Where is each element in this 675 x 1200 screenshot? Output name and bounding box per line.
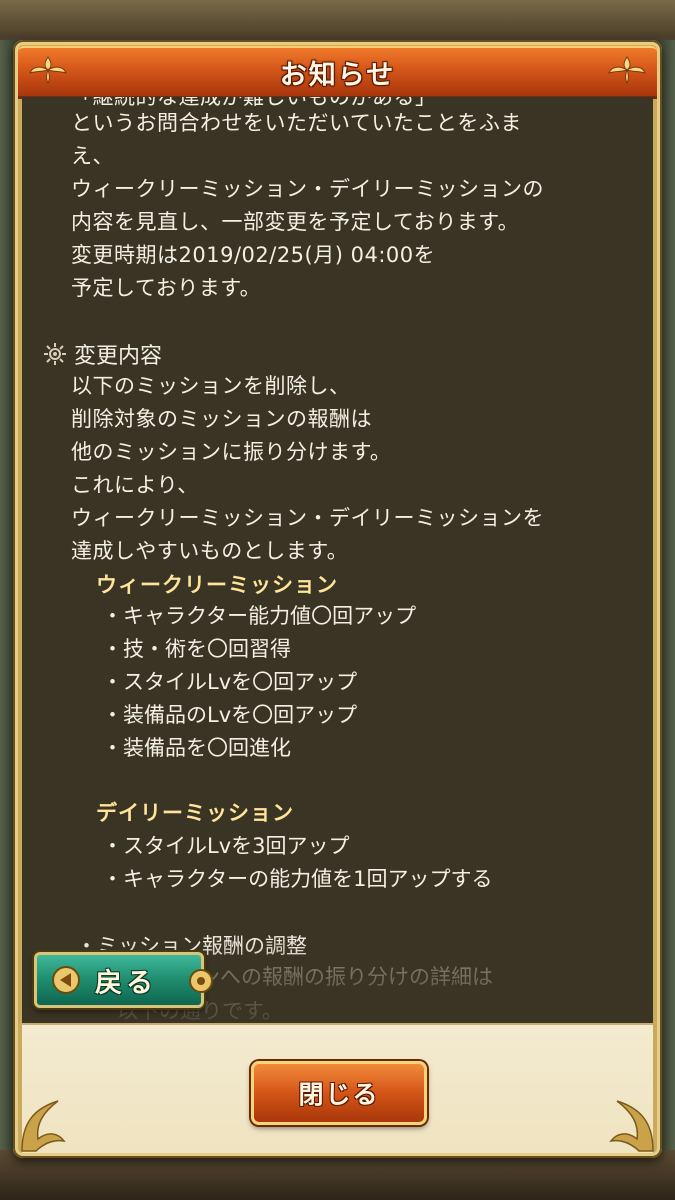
intro-line: ウィークリーミッション・デイリーミッションの [71,177,544,201]
change-line: ウィークリーミッション・デイリーミッションを [71,506,544,530]
change-line: これにより、 [71,473,199,497]
fleur-ornament-icon [601,48,653,92]
back-button-label: 戻る [95,967,157,999]
section-title: 変更内容 [74,344,163,369]
dialog-title-bar: お知らせ [18,46,657,99]
weekly-mission-heading: ウィークリーミッション [96,573,338,597]
list-item: 装備品を〇回進化 [102,732,416,765]
change-line: 削除対象のミッションの報酬は [71,407,372,431]
change-line: 以下のミッションを削除し、 [71,374,351,398]
arrow-left-icon [52,966,80,994]
corner-ornament-icon [21,1100,66,1152]
daily-mission-heading: デイリーミッション [96,801,294,825]
intro-line: 内容を見直し、一部変更を予定しております。 [71,210,520,234]
change-line: 他のミッションに振り分けます。 [71,440,392,464]
weekly-mission-list: キャラクター能力値〇回アップ 技・術を〇回習得 スタイルLvを〇回アップ 装備品… [102,600,416,765]
list-item: スタイルLvを3回アップ [102,830,493,863]
list-item: キャラクターの能力値を1回アップする [102,863,493,896]
notice-scroll-area[interactable]: 「継続的な達成が難しいものがある」 というお問合わせをいただいていたことをふま … [22,97,653,1023]
corner-ornament-icon [609,1100,654,1152]
dialog-title: お知らせ [279,59,396,91]
section-heading: 変更内容 [42,338,162,370]
close-button[interactable]: 閉じる [251,1061,427,1125]
close-button-label: 閉じる [298,1080,380,1109]
intro-line: 予定しております。 [71,276,262,300]
intro-line: 変更時期は2019/02/25(月) 04:00を [71,243,436,267]
change-line: 達成しやすいものとします。 [71,539,349,563]
change-paragraph: 以下のミッションを削除し、 削除対象のミッションの報酬は 他のミッションに振り分… [71,370,544,568]
list-item: スタイルLvを〇回アップ [102,666,416,699]
list-item: キャラクター能力値〇回アップ [102,600,416,633]
intro-line: え、 [71,144,114,168]
intro-paragraph: というお問合わせをいただいていたことをふま え、 ウィークリーミッション・デイリ… [71,107,544,305]
gear-knob-icon [189,969,213,993]
intro-line: というお問合わせをいただいていたことをふま [71,111,522,135]
sun-gear-icon [44,343,66,365]
fleur-ornament-icon [22,48,74,92]
back-button[interactable]: 戻る [34,952,213,1008]
background-top-strip [0,0,675,38]
list-item: 技・術を〇回習得 [102,633,416,666]
list-item: 装備品のLvを〇回アップ [102,699,416,732]
daily-mission-list: スタイルLvを3回アップ キャラクターの能力値を1回アップする [102,830,493,896]
